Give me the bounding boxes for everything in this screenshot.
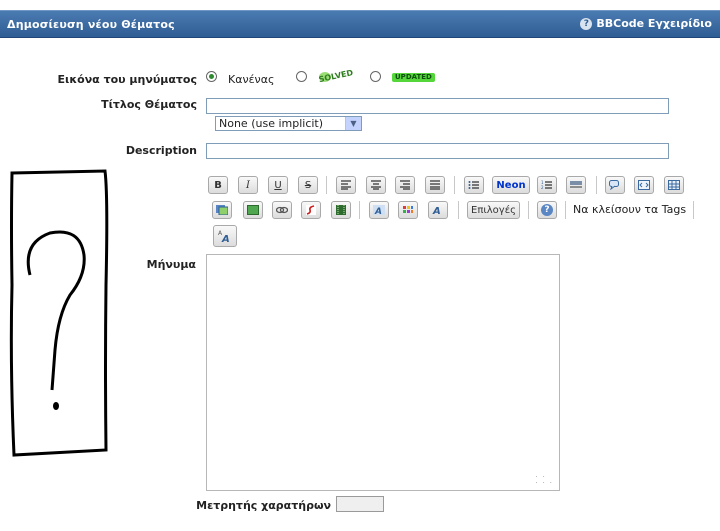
underline-button[interactable]: U: [268, 176, 288, 194]
font-style-button[interactable]: A: [428, 201, 448, 219]
italic-button[interactable]: I: [238, 176, 258, 194]
align-left-button[interactable]: [336, 176, 356, 194]
toolbar-separator: [565, 201, 566, 219]
toolbar-separator: [458, 201, 459, 219]
font-face-button[interactable]: A: [369, 201, 389, 219]
quote-button[interactable]: [605, 176, 625, 194]
chevron-down-icon: ▼: [345, 117, 361, 130]
options-button[interactable]: Επιλογές: [467, 201, 520, 219]
neon-button[interactable]: Neon: [492, 176, 530, 194]
toolbar-separator: [326, 176, 327, 194]
film-icon: [336, 205, 346, 215]
svg-text:A: A: [374, 207, 382, 215]
description-label: Description: [125, 144, 197, 157]
icon-none-label: Κανένας: [228, 73, 275, 86]
message-label: Μήνυμα: [146, 258, 196, 271]
svg-text:A: A: [432, 206, 441, 215]
insert-image-button[interactable]: [212, 201, 232, 219]
font-style-icon: A: [432, 206, 441, 215]
post-header-bar: Δημοσίευση νέου Θέματος ? BBCode Εγχειρί…: [0, 10, 720, 38]
picture-icon: [247, 205, 259, 215]
bold-button[interactable]: B: [208, 176, 228, 194]
bbcode-help-label: BBCode Εγχειρίδιο: [596, 17, 712, 30]
solved-tag-text: SOLVED: [318, 68, 354, 84]
toolbar-separator: [359, 201, 360, 219]
code-button[interactable]: [634, 176, 654, 194]
prefix-select[interactable]: None (use implicit) ▼: [215, 116, 362, 131]
horizontal-rule-button[interactable]: [566, 176, 586, 194]
justify-icon: [430, 180, 440, 190]
table-button[interactable]: [664, 176, 684, 194]
insert-video-button[interactable]: [331, 201, 351, 219]
svg-text:2: 2: [541, 185, 544, 190]
link-icon: [276, 206, 288, 214]
toolbar-separator: [528, 201, 529, 219]
char-counter-label: Μετρητής χαρατήρων: [196, 499, 331, 512]
numbered-list-button[interactable]: 12: [537, 176, 557, 194]
help-button[interactable]: ?: [537, 201, 557, 219]
align-center-icon: [371, 180, 381, 190]
align-right-button[interactable]: [395, 176, 415, 194]
post-icon-label: Εικόνα του μηνύματος: [57, 73, 197, 86]
icon-radio-none[interactable]: [206, 71, 217, 82]
align-left-icon: [341, 180, 351, 190]
table-icon: [668, 180, 680, 190]
topic-title-input[interactable]: [206, 98, 669, 114]
justify-button[interactable]: [425, 176, 445, 194]
font-color-button[interactable]: [398, 201, 418, 219]
help-icon: ?: [541, 204, 553, 216]
insert-picture-button[interactable]: [243, 201, 263, 219]
strikethrough-button[interactable]: S: [298, 176, 318, 194]
char-counter-field: [336, 496, 384, 512]
topic-title-label: Τίτλος Θέματος: [101, 98, 197, 111]
align-center-button[interactable]: [366, 176, 386, 194]
bbcode-help-link[interactable]: ? BBCode Εγχειρίδιο: [580, 17, 712, 30]
resize-grip-icon[interactable]: . .. . .: [535, 471, 553, 485]
bullet-list-button[interactable]: [464, 176, 484, 194]
close-tags-link[interactable]: Να κλείσουν τα Tags: [573, 203, 686, 216]
flash-icon: [306, 205, 316, 215]
icon-radio-solved[interactable]: [296, 71, 307, 82]
prefix-select-value: None (use implicit): [219, 117, 324, 130]
numbered-list-icon: 12: [541, 180, 552, 190]
font-size-icon: AA: [218, 230, 230, 243]
help-icon: ?: [580, 17, 593, 30]
image-icon: [216, 205, 228, 215]
toolbar-separator: [693, 201, 694, 219]
horizontal-rule-icon: [570, 181, 582, 188]
font-size-button[interactable]: AA: [213, 225, 237, 247]
toolbar-separator: [596, 176, 597, 194]
question-mark-doodle: [9, 169, 109, 457]
bullet-list-icon: [468, 181, 479, 189]
align-right-icon: [400, 180, 410, 190]
insert-flash-button[interactable]: [301, 201, 321, 219]
insert-link-button[interactable]: [272, 201, 292, 219]
svg-text:A: A: [221, 234, 230, 243]
description-input[interactable]: [206, 143, 669, 159]
solved-icon: SOLVED: [316, 64, 356, 84]
quote-icon: [609, 180, 619, 190]
font-icon: A: [373, 205, 385, 215]
message-textarea[interactable]: . .. . .: [206, 254, 560, 491]
page-title: Δημοσίευση νέου Θέματος: [7, 18, 175, 31]
updated-icon: UPDATED: [392, 73, 435, 82]
icon-radio-updated[interactable]: [370, 71, 381, 82]
toolbar-separator: [454, 176, 455, 194]
color-palette-icon: [403, 206, 413, 213]
code-icon: [638, 180, 650, 190]
